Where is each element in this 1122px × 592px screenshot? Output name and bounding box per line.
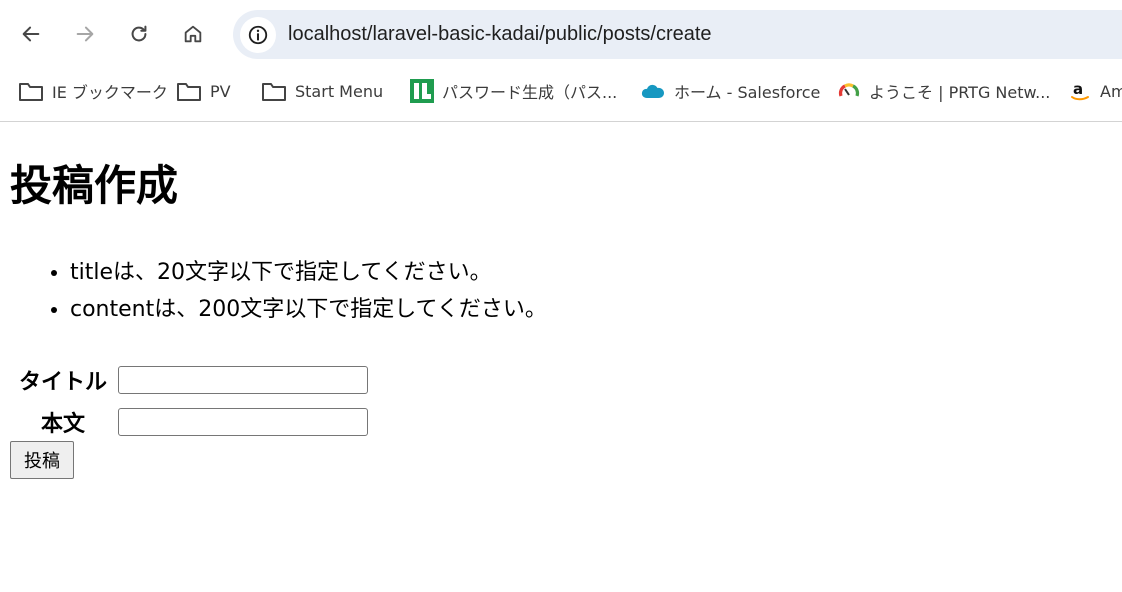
- form-row-content: 本文: [12, 402, 369, 442]
- bookmarks-bar: IE ブックマーク PV Start Menu パスワード生成（パス... ホー…: [0, 70, 1122, 110]
- post-form-table: タイトル 本文: [10, 358, 371, 444]
- bookmark-salesforce[interactable]: ホーム - Salesforce: [640, 77, 820, 105]
- error-list: titleは、20文字以下で指定してください。 contentは、200文字以下…: [0, 254, 547, 328]
- bookmark-prtg[interactable]: ようこそ | PRTG Netw...: [837, 77, 1050, 105]
- url-text[interactable]: localhost/laravel-basic-kadai/public/pos…: [288, 23, 712, 46]
- bookmark-label: Start Menu: [295, 81, 384, 101]
- prtg-icon: [837, 79, 861, 103]
- reload-button[interactable]: [122, 17, 156, 51]
- amazon-icon: a: [1068, 79, 1092, 103]
- error-message: titleは、20文字以下で指定してください。: [70, 254, 547, 291]
- bookmark-password-generator[interactable]: パスワード生成（パス...: [410, 77, 617, 105]
- bookmark-label: ホーム - Salesforce: [674, 83, 821, 102]
- bookmark-label: パスワード生成（パス...: [442, 83, 618, 102]
- salesforce-icon: [640, 81, 666, 101]
- title-input[interactable]: [118, 366, 368, 394]
- folder-icon: [176, 80, 202, 102]
- site-info-button[interactable]: [240, 17, 276, 53]
- folder-icon: [18, 80, 44, 102]
- bookmark-label: ようこそ | PRTG Netw...: [869, 83, 1051, 102]
- bookmark-label: IE ブックマーク: [52, 83, 168, 102]
- back-button[interactable]: [14, 17, 48, 51]
- bookmark-pv[interactable]: PV: [176, 77, 231, 105]
- bookmark-label: Am: [1100, 81, 1122, 101]
- error-message: contentは、200文字以下で指定してください。: [70, 291, 547, 328]
- submit-button[interactable]: 投稿: [10, 441, 74, 479]
- arrow-left-icon: [22, 26, 40, 42]
- title-label: タイトル: [18, 370, 107, 395]
- forward-button[interactable]: [68, 17, 102, 51]
- address-bar[interactable]: localhost/laravel-basic-kadai/public/pos…: [233, 10, 1122, 59]
- form-row-title: タイトル: [12, 360, 369, 400]
- info-icon: [248, 25, 268, 45]
- svg-text:a: a: [1073, 80, 1083, 98]
- browser-chrome: localhost/laravel-basic-kadai/public/pos…: [0, 0, 1122, 122]
- folder-icon: [261, 80, 287, 102]
- password-generator-icon: [410, 79, 434, 103]
- content-label: 本文: [40, 412, 85, 437]
- bookmark-start-menu[interactable]: Start Menu: [261, 77, 383, 105]
- arrow-right-icon: [76, 26, 94, 42]
- home-icon: [184, 25, 202, 43]
- bookmark-amazon[interactable]: a Am: [1068, 77, 1122, 105]
- page-title: 投稿作成: [10, 161, 179, 210]
- page-content: 投稿作成 titleは、20文字以下で指定してください。 contentは、20…: [0, 122, 1122, 592]
- reload-icon: [131, 25, 147, 42]
- home-button[interactable]: [176, 17, 210, 51]
- content-input[interactable]: [118, 408, 368, 436]
- bookmark-ie[interactable]: IE ブックマーク: [18, 77, 168, 105]
- bookmark-label: PV: [210, 81, 231, 101]
